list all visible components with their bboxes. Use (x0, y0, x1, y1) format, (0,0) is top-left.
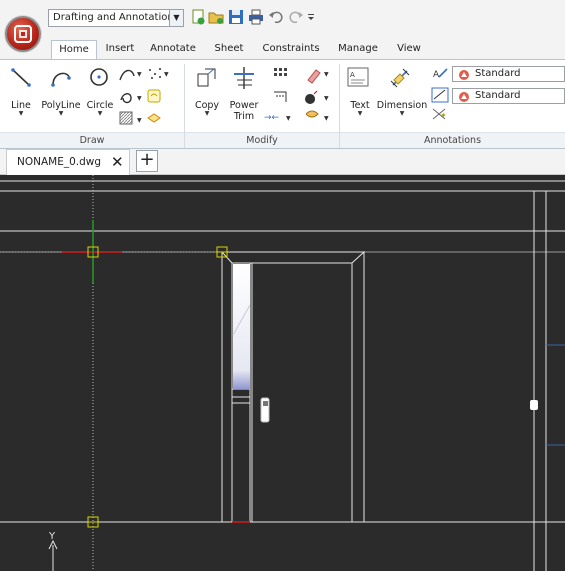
modify-small-tools[interactable]: ▼ ▼ →← ▼ ▼ (262, 66, 336, 132)
document-tab[interactable]: NONAME_0.dwg ✕ (6, 149, 130, 175)
ucs-icon (48, 539, 58, 571)
trim-label: Trim (233, 111, 255, 122)
dim-style-select[interactable]: Standard (452, 88, 565, 104)
svg-text:✦: ✦ (440, 111, 447, 120)
copy-button[interactable]: Copy ▼ (192, 100, 222, 117)
svg-text:▼: ▼ (286, 115, 291, 122)
power-trim-icon (234, 67, 254, 89)
tab-sheet[interactable]: Sheet (207, 40, 251, 60)
dimension-button[interactable]: Dimension ▼ (376, 100, 428, 117)
polyline-button[interactable]: PolyLine ▼ (40, 100, 82, 117)
drawing-lines (0, 180, 565, 571)
text-icon: A (347, 67, 369, 87)
door-glass-panel (233, 264, 250, 389)
tab-insert[interactable]: Insert (100, 40, 140, 60)
circle-button[interactable]: Circle ▼ (84, 100, 116, 117)
door-handle (260, 397, 270, 423)
line-icon (11, 68, 31, 87)
line-button[interactable]: Line ▼ (6, 100, 36, 117)
draw-small-tools[interactable]: ▼ ▼ ▼ ▼ (118, 66, 174, 136)
svg-text:▼: ▼ (324, 71, 329, 78)
svg-text:▼: ▼ (324, 95, 329, 102)
draw-panel-label: Draw (0, 132, 184, 148)
power-trim-button[interactable]: Power Trim (227, 100, 261, 122)
workspace-label: Drafting and Annotation (53, 12, 174, 23)
svg-text:A: A (350, 71, 355, 79)
annotation-small-tools[interactable]: A ✦ (430, 66, 452, 132)
document-tab-bar: NONAME_0.dwg ✕ + (0, 149, 565, 175)
workspace-select[interactable]: Drafting and Annotation ▼ (48, 9, 184, 27)
customize-icon[interactable] (306, 9, 322, 25)
style-icon (459, 92, 469, 102)
circle-icon (90, 68, 108, 86)
tab-constraints[interactable]: Constraints (255, 40, 327, 60)
chevron-down-icon: ▼ (204, 110, 210, 117)
annotations-panel-label: Annotations (340, 132, 565, 148)
app-logo-icon (14, 25, 32, 43)
undo-icon[interactable] (268, 9, 284, 25)
chevron-down-icon[interactable]: ▼ (169, 10, 183, 26)
new-file-icon[interactable] (190, 9, 206, 25)
chevron-down-icon: ▼ (399, 110, 405, 117)
chevron-down-icon: ▼ (97, 110, 103, 117)
power-label: Power (229, 100, 259, 111)
redo-icon[interactable] (288, 9, 304, 25)
text-style-select[interactable]: Standard (452, 66, 565, 82)
ribbon-tab-bar: Home Insert Annotate Sheet Constraints M… (0, 36, 565, 60)
document-tab-name: NONAME_0.dwg (17, 156, 102, 168)
tab-home[interactable]: Home (51, 40, 97, 60)
title-bar: Drafting and Annotation ▼ (0, 0, 565, 36)
svg-text:▼: ▼ (137, 117, 142, 124)
open-file-icon[interactable] (208, 9, 224, 25)
svg-text:▼: ▼ (137, 71, 142, 78)
svg-text:▼: ▼ (137, 95, 142, 102)
dimension-icon (390, 68, 410, 88)
ribbon-panel: Line ▼ PolyLine ▼ Circle ▼ ▼ ▼ ▼ ▼ Draw … (0, 59, 565, 149)
text-style-value: Standard (475, 68, 521, 79)
style-icon (459, 70, 469, 80)
chevron-down-icon: ▼ (18, 110, 24, 117)
modify-panel-label: Modify (185, 132, 339, 148)
chevron-down-icon: ▼ (58, 110, 64, 117)
save-icon[interactable] (228, 9, 244, 25)
svg-text:▼: ▼ (164, 71, 169, 78)
drawing-canvas[interactable]: Y (0, 175, 565, 571)
tab-annotate[interactable]: Annotate (144, 40, 202, 60)
svg-text:→←: →← (264, 113, 280, 123)
polyline-icon (51, 72, 71, 87)
print-icon[interactable] (248, 9, 264, 25)
tab-manage[interactable]: Manage (333, 40, 383, 60)
application-menu-button[interactable] (5, 16, 41, 52)
text-button[interactable]: Text ▼ (346, 100, 374, 117)
ucs-y-label: Y (48, 531, 56, 542)
new-tab-button[interactable]: + (136, 150, 158, 172)
tab-view[interactable]: View (389, 40, 429, 60)
right-handle (530, 400, 538, 410)
close-icon[interactable]: ✕ (111, 153, 124, 171)
svg-text:▼: ▼ (324, 115, 329, 122)
drawing-area[interactable]: Y (0, 175, 565, 571)
copy-icon (197, 68, 216, 87)
dim-style-value: Standard (475, 90, 521, 101)
chevron-down-icon: ▼ (357, 110, 363, 117)
svg-text:A: A (433, 70, 440, 80)
